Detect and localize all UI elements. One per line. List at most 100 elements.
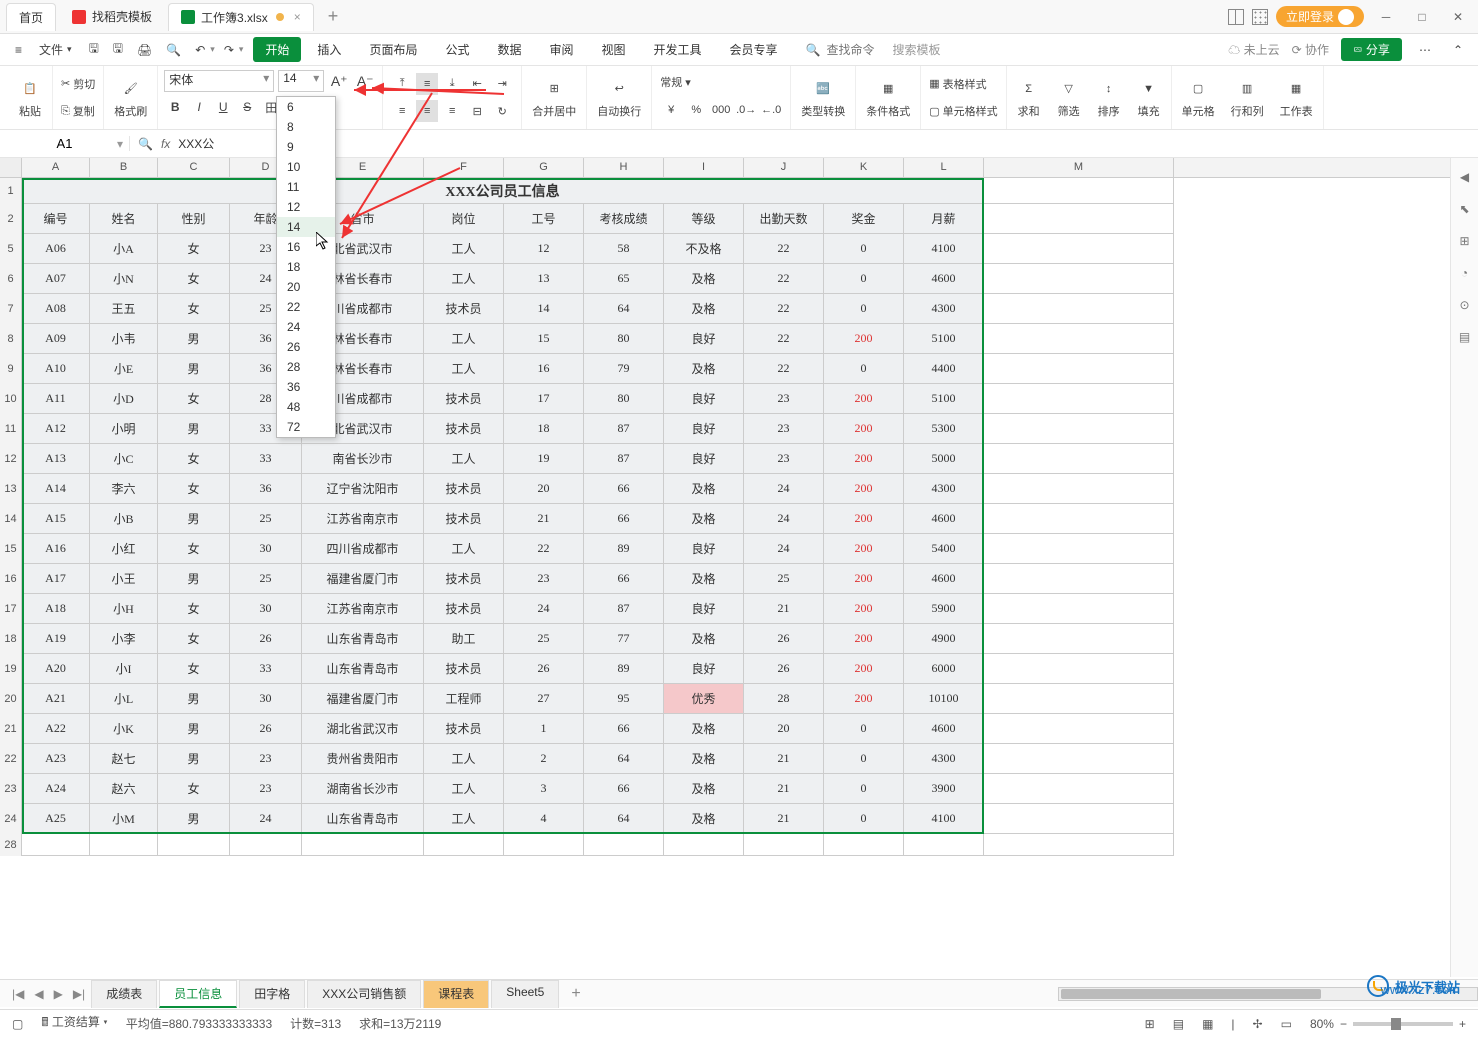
cell[interactable]: 33 — [230, 444, 302, 474]
col-header-L[interactable]: L — [904, 158, 984, 177]
cell[interactable]: 200 — [824, 684, 904, 714]
cell[interactable]: A19 — [22, 624, 90, 654]
row-header[interactable]: 15 — [0, 534, 22, 564]
login-button[interactable]: 立即登录 — [1276, 6, 1364, 27]
cell[interactable]: 95 — [584, 684, 664, 714]
percent-icon[interactable]: % — [685, 99, 707, 121]
comma-icon[interactable]: 000 — [710, 99, 732, 121]
cell[interactable]: 男 — [158, 744, 230, 774]
command-search-input[interactable] — [827, 43, 887, 57]
sheet-tab-0[interactable]: 成绩表 — [91, 980, 157, 1008]
cell[interactable]: 66 — [584, 504, 664, 534]
cell[interactable]: 小K — [90, 714, 158, 744]
cell[interactable]: 0 — [824, 804, 904, 834]
cell[interactable]: 男 — [158, 354, 230, 384]
cell[interactable]: 女 — [158, 264, 230, 294]
cell[interactable]: 4 — [504, 804, 584, 834]
cell[interactable] — [584, 834, 664, 856]
cell[interactable] — [984, 744, 1174, 774]
cell[interactable]: 贵州省贵阳市 — [302, 744, 424, 774]
formula-input[interactable]: XXX公 — [178, 135, 214, 152]
cell[interactable]: 李六 — [90, 474, 158, 504]
cell[interactable]: 66 — [584, 774, 664, 804]
col-header-B[interactable]: B — [90, 158, 158, 177]
tab-home[interactable]: 首页 — [6, 3, 56, 31]
cell[interactable]: 20 — [744, 714, 824, 744]
cell-reference-input[interactable] — [30, 136, 100, 151]
select-all-corner[interactable] — [0, 158, 22, 177]
cell[interactable]: 14 — [504, 294, 584, 324]
hamburger-icon[interactable]: ≡ — [10, 39, 27, 61]
cell[interactable]: 26 — [504, 654, 584, 684]
row-header[interactable]: 22 — [0, 744, 22, 774]
cell[interactable]: 26 — [230, 714, 302, 744]
underline-button[interactable]: U — [212, 96, 234, 118]
file-menu[interactable]: 文件▾ — [31, 37, 80, 62]
cell[interactable]: 4600 — [904, 264, 984, 294]
cell[interactable]: 200 — [824, 384, 904, 414]
font-size-option-16[interactable]: 16 — [277, 237, 335, 257]
cell[interactable]: 技术员 — [424, 504, 504, 534]
cell[interactable]: 南省长沙市 — [302, 444, 424, 474]
cell[interactable]: 性别 — [158, 204, 230, 234]
indent-dec-icon[interactable]: ⇤ — [466, 73, 488, 95]
cell[interactable] — [664, 834, 744, 856]
cell[interactable]: 4300 — [904, 294, 984, 324]
align-left-icon[interactable]: ≡ — [391, 100, 413, 122]
sheet-nav-last[interactable]: ▶| — [69, 987, 89, 1001]
col-header-G[interactable]: G — [504, 158, 584, 177]
cell[interactable]: 小M — [90, 804, 158, 834]
zoom-level[interactable]: 80% — [1310, 1017, 1334, 1031]
cell[interactable]: 23 — [504, 564, 584, 594]
sheet-nav-next[interactable]: ▶ — [50, 987, 67, 1001]
cell[interactable] — [984, 264, 1174, 294]
cell[interactable] — [504, 834, 584, 856]
cell[interactable]: 25 — [744, 564, 824, 594]
template-search[interactable]: 搜索模板 — [893, 41, 941, 58]
col-header-K[interactable]: K — [824, 158, 904, 177]
maximize-button[interactable]: □ — [1408, 6, 1436, 28]
row-header[interactable]: 17 — [0, 594, 22, 624]
decrease-font-icon[interactable]: A⁻ — [354, 70, 376, 92]
align-top-icon[interactable]: ⤒ — [391, 73, 413, 95]
cell[interactable]: 工人 — [424, 804, 504, 834]
cell[interactable]: A10 — [22, 354, 90, 384]
cell[interactable]: 27 — [504, 684, 584, 714]
cell[interactable]: 小韦 — [90, 324, 158, 354]
cell[interactable]: 工人 — [424, 234, 504, 264]
cell[interactable]: 技术员 — [424, 714, 504, 744]
cell[interactable]: 及格 — [664, 774, 744, 804]
cell[interactable] — [744, 834, 824, 856]
cell[interactable]: 女 — [158, 444, 230, 474]
cell[interactable]: 80 — [584, 384, 664, 414]
cell[interactable]: 22 — [744, 294, 824, 324]
cell[interactable]: 及格 — [664, 474, 744, 504]
cell[interactable]: 80 — [584, 324, 664, 354]
cell[interactable]: A09 — [22, 324, 90, 354]
ribbon-tab-0[interactable]: 开始 — [253, 37, 301, 62]
cell[interactable]: 12 — [504, 234, 584, 264]
cell[interactable] — [302, 834, 424, 856]
redo-icon[interactable]: ↷ — [219, 39, 239, 61]
ribbon-tab-5[interactable]: 审阅 — [537, 37, 585, 62]
cell[interactable]: 及格 — [664, 354, 744, 384]
cell[interactable]: 2 — [504, 744, 584, 774]
cell[interactable] — [22, 834, 90, 856]
cell[interactable]: 4400 — [904, 354, 984, 384]
cell[interactable]: 65 — [584, 264, 664, 294]
cell[interactable]: 200 — [824, 414, 904, 444]
cell[interactable]: 200 — [824, 624, 904, 654]
cell[interactable]: 64 — [584, 744, 664, 774]
cell[interactable] — [984, 534, 1174, 564]
italic-button[interactable]: I — [188, 96, 210, 118]
cell[interactable]: 福建省厦门市 — [302, 684, 424, 714]
cell[interactable] — [904, 834, 984, 856]
col-header-H[interactable]: H — [584, 158, 664, 177]
cell[interactable]: 出勤天数 — [744, 204, 824, 234]
cell[interactable]: 200 — [824, 654, 904, 684]
cell[interactable]: 18 — [504, 414, 584, 444]
type-convert-button[interactable]: 🔤类型转换 — [795, 75, 851, 121]
row-header[interactable]: 6 — [0, 264, 22, 294]
properties-icon[interactable]: ⊞ — [1456, 232, 1474, 250]
view-page-icon[interactable]: ▤ — [1173, 1017, 1184, 1031]
